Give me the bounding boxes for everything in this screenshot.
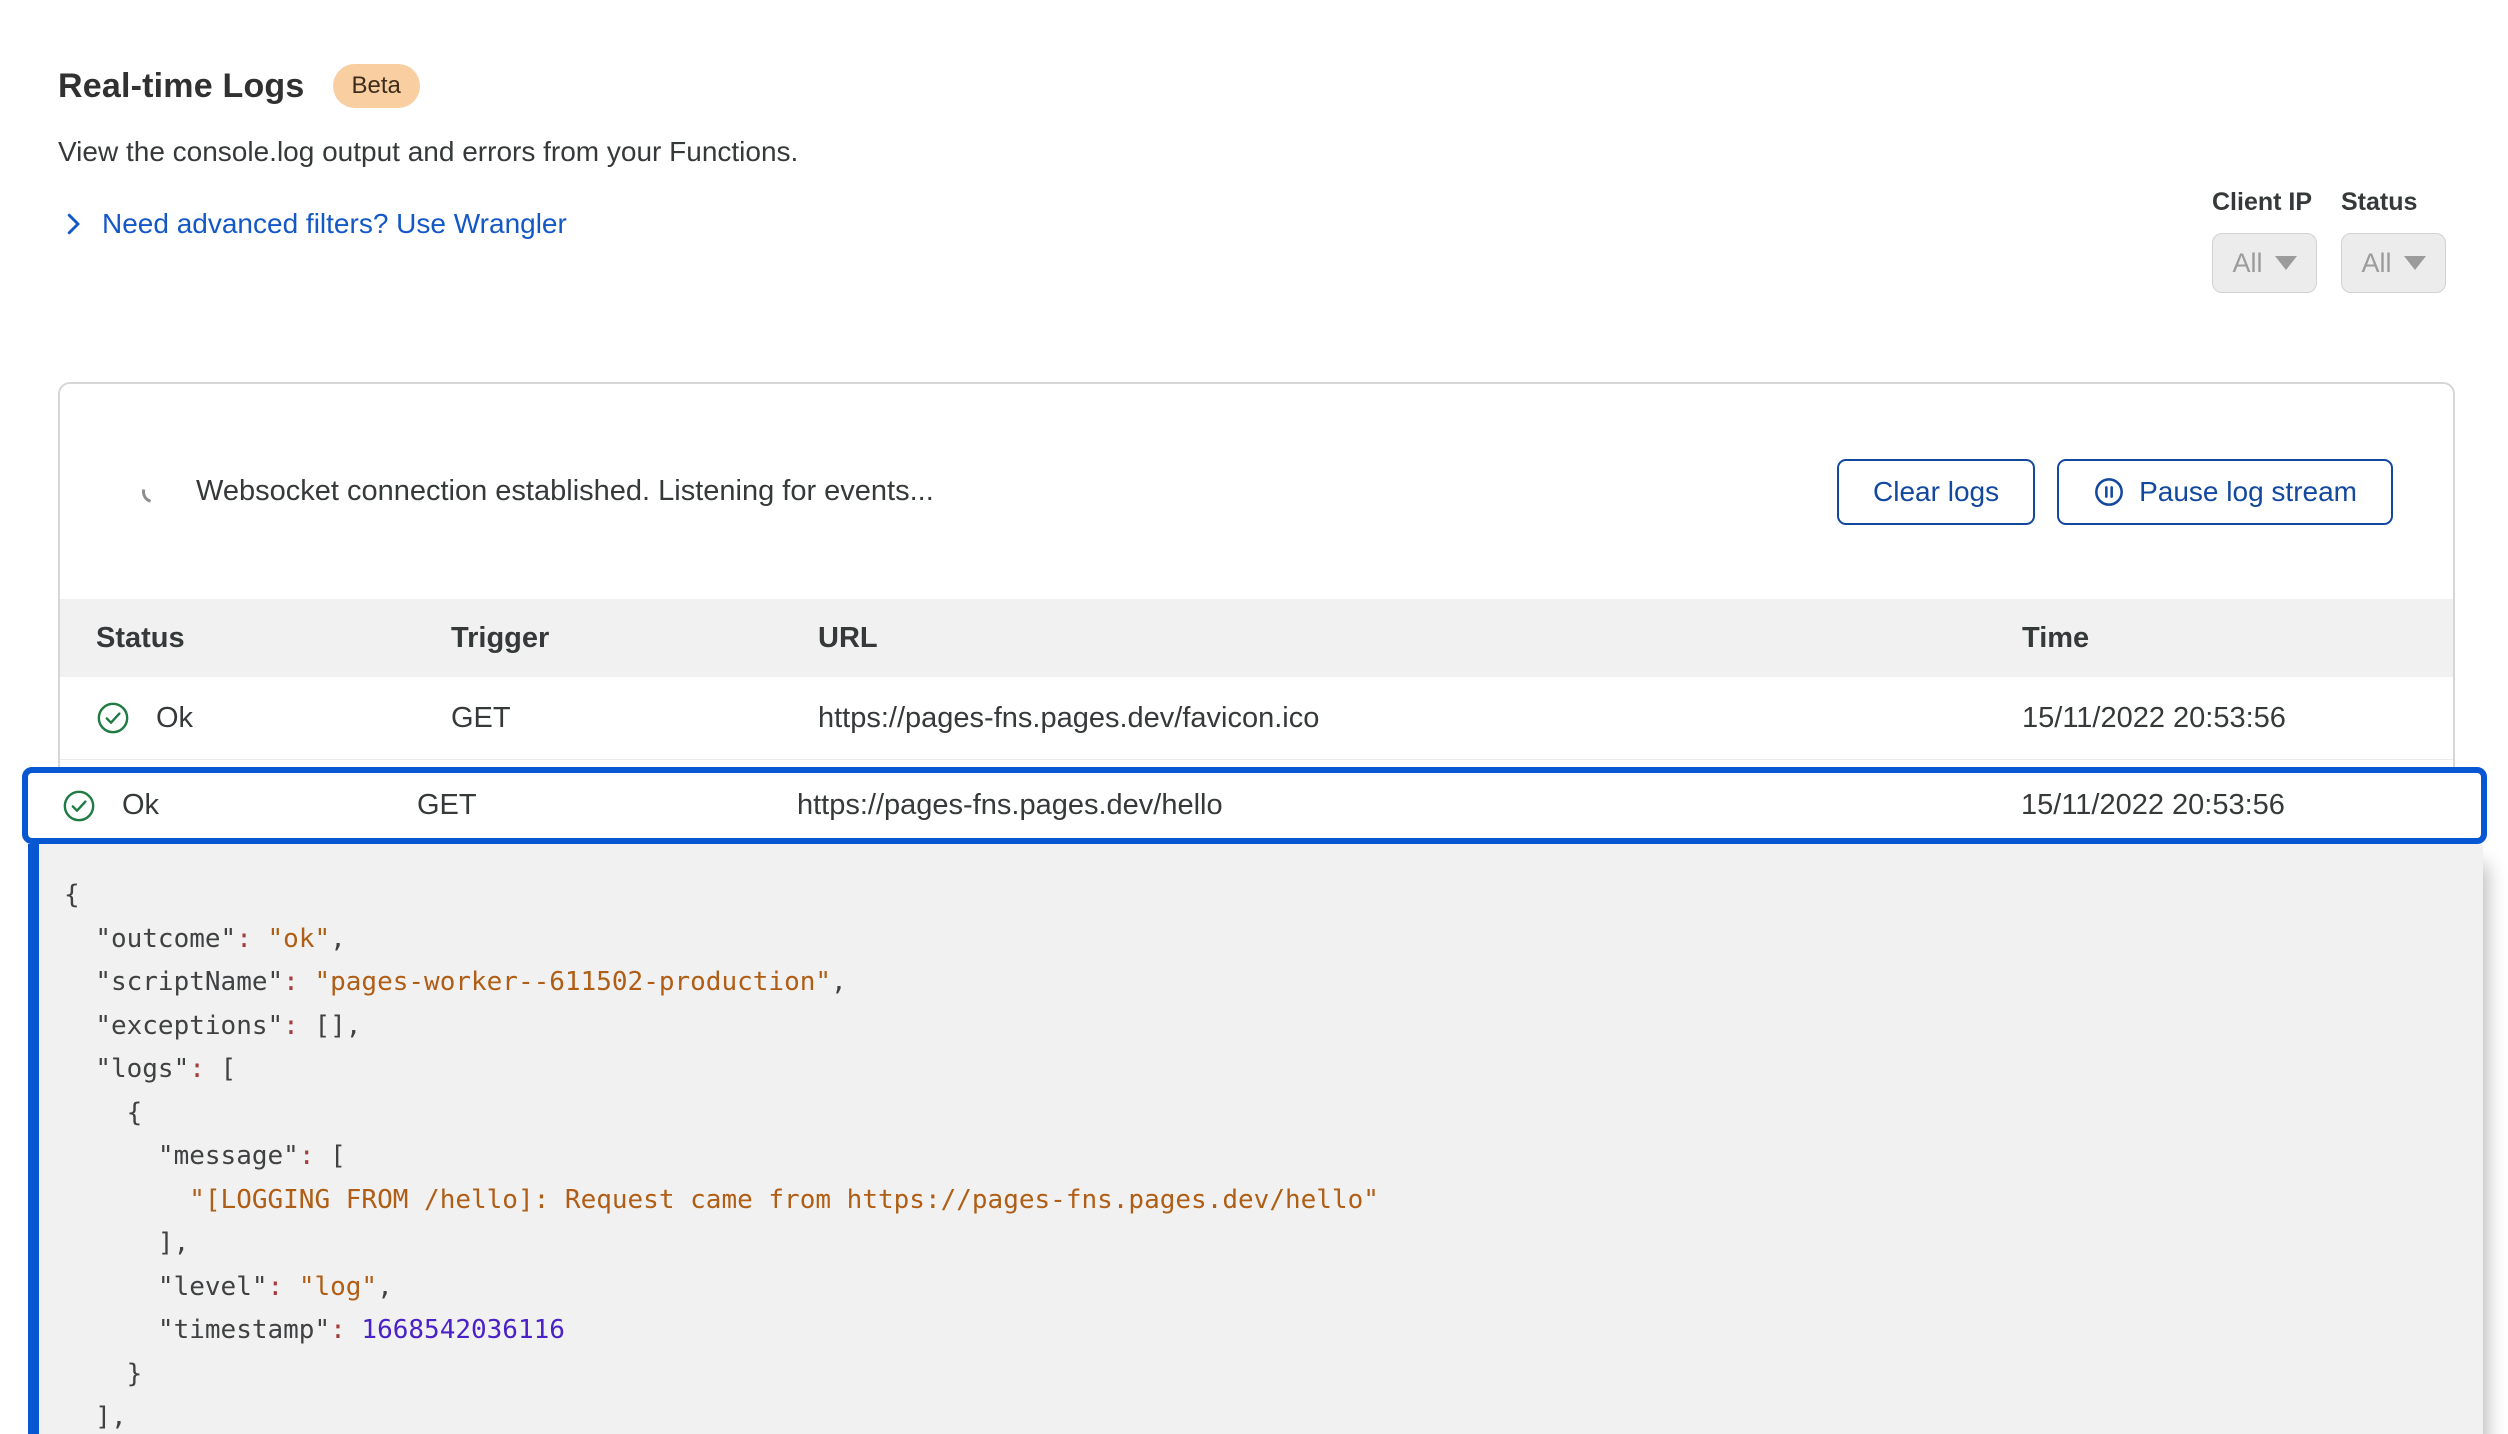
logs-card: Websocket connection established. Listen… [58, 382, 2455, 1434]
status-label: Status [2341, 188, 2446, 217]
filters: Client IP All Status All [2212, 188, 2446, 293]
status-filter: Status All [2341, 188, 2446, 293]
status-value: All [2361, 248, 2391, 279]
log-detail-json: { "outcome": "ok", "scriptName": "pages-… [64, 874, 2459, 1434]
pause-log-stream-label: Pause log stream [2139, 476, 2357, 508]
stream-status-bar: Websocket connection established. Listen… [60, 384, 2453, 599]
log-detail-panel: { "outcome": "ok", "scriptName": "pages-… [28, 844, 2483, 1434]
time-cell: 15/11/2022 20:53:56 [2021, 789, 2441, 822]
column-header-trigger: Trigger [451, 622, 818, 655]
beta-badge: Beta [333, 64, 420, 108]
status-select[interactable]: All [2341, 233, 2446, 293]
client-ip-value: All [2232, 248, 2262, 279]
trigger-cell: GET [451, 702, 818, 735]
status-text: Ok [122, 789, 159, 822]
url-cell: https://pages-fns.pages.dev/favicon.ico [818, 702, 2022, 735]
page-subtitle: View the console.log output and errors f… [58, 136, 2508, 168]
wrangler-link-text[interactable]: Need advanced filters? Use Wrangler [102, 208, 567, 240]
log-table-body: OkGEThttps://pages-fns.pages.dev/favicon… [60, 677, 2453, 1434]
status-text: Ok [156, 702, 193, 735]
check-circle-icon [62, 789, 96, 823]
pause-log-stream-button[interactable]: Pause log stream [2057, 459, 2393, 525]
status-cell: Ok [62, 789, 417, 823]
log-row-selected[interactable]: Ok GEThttps://pages-fns.pages.dev/hello15… [22, 767, 2487, 844]
stream-status-message: Websocket connection established. Listen… [196, 475, 934, 508]
caret-down-icon [2404, 256, 2426, 270]
clear-logs-label: Clear logs [1873, 476, 1999, 508]
time-cell: 15/11/2022 20:53:56 [2022, 702, 2417, 735]
clear-logs-button[interactable]: Clear logs [1837, 459, 2035, 525]
trigger-cell: GET [417, 789, 797, 822]
page-header: Real-time Logs Beta View the console.log… [0, 0, 2508, 240]
page-title: Real-time Logs [58, 67, 305, 106]
check-circle-icon [96, 701, 130, 735]
chevron-right-icon [58, 209, 88, 239]
column-header-url: URL [818, 622, 2022, 655]
pause-circle-icon [2093, 476, 2125, 508]
client-ip-label: Client IP [2212, 188, 2317, 217]
client-ip-select[interactable]: All [2212, 233, 2317, 293]
column-header-time: Time [2022, 622, 2417, 655]
column-header-status: Status [96, 622, 451, 655]
url-cell: https://pages-fns.pages.dev/hello [797, 789, 2021, 822]
table-header: StatusTriggerURLTime [60, 599, 2453, 677]
client-ip-filter: Client IP All [2212, 188, 2317, 293]
caret-down-icon [2275, 256, 2297, 270]
loading-spinner-icon [138, 476, 168, 506]
log-row[interactable]: Ok GEThttps://pages-fns.pages.dev/favicon… [60, 677, 2453, 760]
wrangler-link[interactable]: Need advanced filters? Use Wrangler [58, 208, 567, 240]
status-cell: Ok [96, 701, 451, 735]
